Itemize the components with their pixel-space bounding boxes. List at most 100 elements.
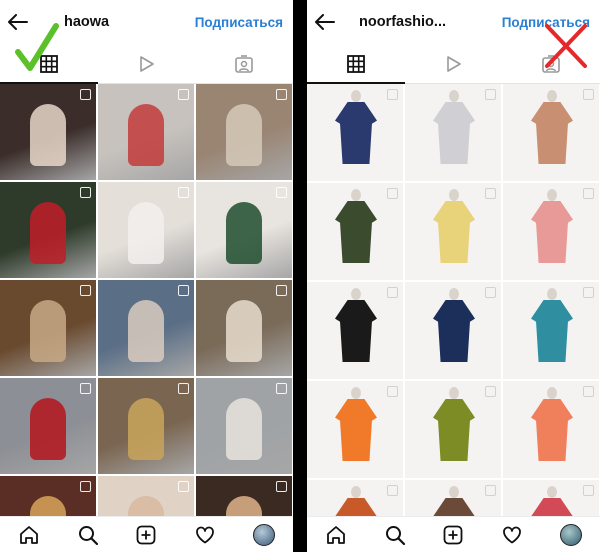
multi-photo-icon	[178, 89, 189, 100]
post-thumbnail[interactable]	[98, 476, 194, 516]
photo-subject	[226, 398, 262, 460]
tab-grid[interactable]	[307, 44, 405, 84]
multi-photo-icon	[387, 287, 398, 298]
dress-garment	[433, 498, 475, 516]
nav-profile[interactable]	[556, 520, 586, 550]
post-thumbnail[interactable]	[196, 378, 292, 474]
nav-home[interactable]	[14, 520, 44, 550]
post-thumbnail[interactable]	[405, 282, 501, 379]
dress-garment	[335, 102, 377, 164]
photo-subject	[128, 202, 164, 264]
post-thumbnail[interactable]	[307, 183, 403, 280]
mannequin-head	[547, 189, 557, 201]
mannequin-head	[547, 288, 557, 300]
photo-subject	[128, 398, 164, 460]
multi-photo-icon	[276, 481, 287, 492]
nav-new-post[interactable]	[438, 520, 468, 550]
post-thumbnail[interactable]	[0, 476, 96, 516]
multi-photo-icon	[583, 287, 594, 298]
search-icon	[78, 525, 98, 545]
mannequin-head	[449, 288, 459, 300]
home-icon	[327, 525, 346, 544]
mannequin-head	[351, 387, 361, 399]
nav-activity[interactable]	[497, 520, 527, 550]
dress-garment	[335, 201, 377, 263]
mannequin-head	[449, 189, 459, 201]
dress-garment	[531, 399, 573, 461]
dress-garment	[531, 498, 573, 516]
post-thumbnail[interactable]	[405, 183, 501, 280]
posts-grid	[0, 84, 293, 516]
post-thumbnail[interactable]	[405, 480, 501, 516]
mannequin-head	[547, 90, 557, 102]
left-profile-panel: haowa Подписаться	[0, 0, 293, 552]
post-thumbnail[interactable]	[196, 476, 292, 516]
post-thumbnail[interactable]	[98, 280, 194, 376]
dress-garment	[433, 399, 475, 461]
photo-subject	[226, 202, 262, 264]
mannequin-head	[449, 486, 459, 498]
tab-reels[interactable]	[405, 44, 503, 83]
photo-subject	[128, 104, 164, 166]
post-thumbnail[interactable]	[98, 378, 194, 474]
mannequin-head	[351, 288, 361, 300]
multi-photo-icon	[485, 287, 496, 298]
multi-photo-icon	[485, 188, 496, 199]
post-thumbnail[interactable]	[0, 84, 96, 180]
post-thumbnail[interactable]	[307, 84, 403, 181]
post-thumbnail[interactable]	[196, 280, 292, 376]
tab-tagged[interactable]	[195, 44, 293, 83]
green-checkmark-icon	[15, 23, 59, 71]
post-thumbnail[interactable]	[405, 84, 501, 181]
post-thumbnail[interactable]	[503, 183, 599, 280]
post-thumbnail[interactable]	[307, 282, 403, 379]
post-thumbnail[interactable]	[196, 182, 292, 278]
post-thumbnail[interactable]	[503, 480, 599, 516]
multi-photo-icon	[178, 187, 189, 198]
post-thumbnail[interactable]	[503, 84, 599, 181]
multi-photo-icon	[276, 285, 287, 296]
nav-activity[interactable]	[190, 520, 220, 550]
add-post-icon	[137, 525, 156, 544]
post-thumbnail[interactable]	[0, 378, 96, 474]
post-thumbnail[interactable]	[98, 84, 194, 180]
post-thumbnail[interactable]	[196, 84, 292, 180]
mannequin-head	[351, 90, 361, 102]
post-thumbnail[interactable]	[405, 381, 501, 478]
multi-photo-icon	[80, 383, 91, 394]
multi-photo-icon	[485, 386, 496, 397]
nav-profile[interactable]	[249, 520, 279, 550]
photo-subject	[30, 300, 66, 362]
photo-subject	[30, 202, 66, 264]
nav-search[interactable]	[380, 520, 410, 550]
dress-garment	[433, 102, 475, 164]
post-thumbnail[interactable]	[98, 182, 194, 278]
post-thumbnail[interactable]	[307, 480, 403, 516]
multi-photo-icon	[485, 89, 496, 100]
multi-photo-icon	[387, 485, 398, 496]
multi-photo-icon	[583, 386, 594, 397]
multi-photo-icon	[583, 485, 594, 496]
multi-photo-icon	[485, 485, 496, 496]
multi-photo-icon	[387, 89, 398, 100]
tab-reels[interactable]	[98, 44, 196, 83]
mannequin-head	[449, 387, 459, 399]
post-thumbnail[interactable]	[0, 280, 96, 376]
reels-icon	[446, 55, 461, 72]
nav-search[interactable]	[73, 520, 103, 550]
dress-garment	[531, 102, 573, 164]
dress-garment	[531, 201, 573, 263]
nav-home[interactable]	[321, 520, 351, 550]
back-button[interactable]	[307, 0, 343, 44]
multi-photo-icon	[80, 285, 91, 296]
post-thumbnail[interactable]	[503, 282, 599, 379]
post-thumbnail[interactable]	[503, 381, 599, 478]
mannequin-head	[547, 486, 557, 498]
post-thumbnail[interactable]	[0, 182, 96, 278]
nav-new-post[interactable]	[131, 520, 161, 550]
subscribe-button[interactable]: Подписаться	[195, 15, 293, 30]
post-thumbnail[interactable]	[307, 381, 403, 478]
dress-garment	[335, 399, 377, 461]
multi-photo-icon	[387, 386, 398, 397]
multi-photo-icon	[583, 188, 594, 199]
